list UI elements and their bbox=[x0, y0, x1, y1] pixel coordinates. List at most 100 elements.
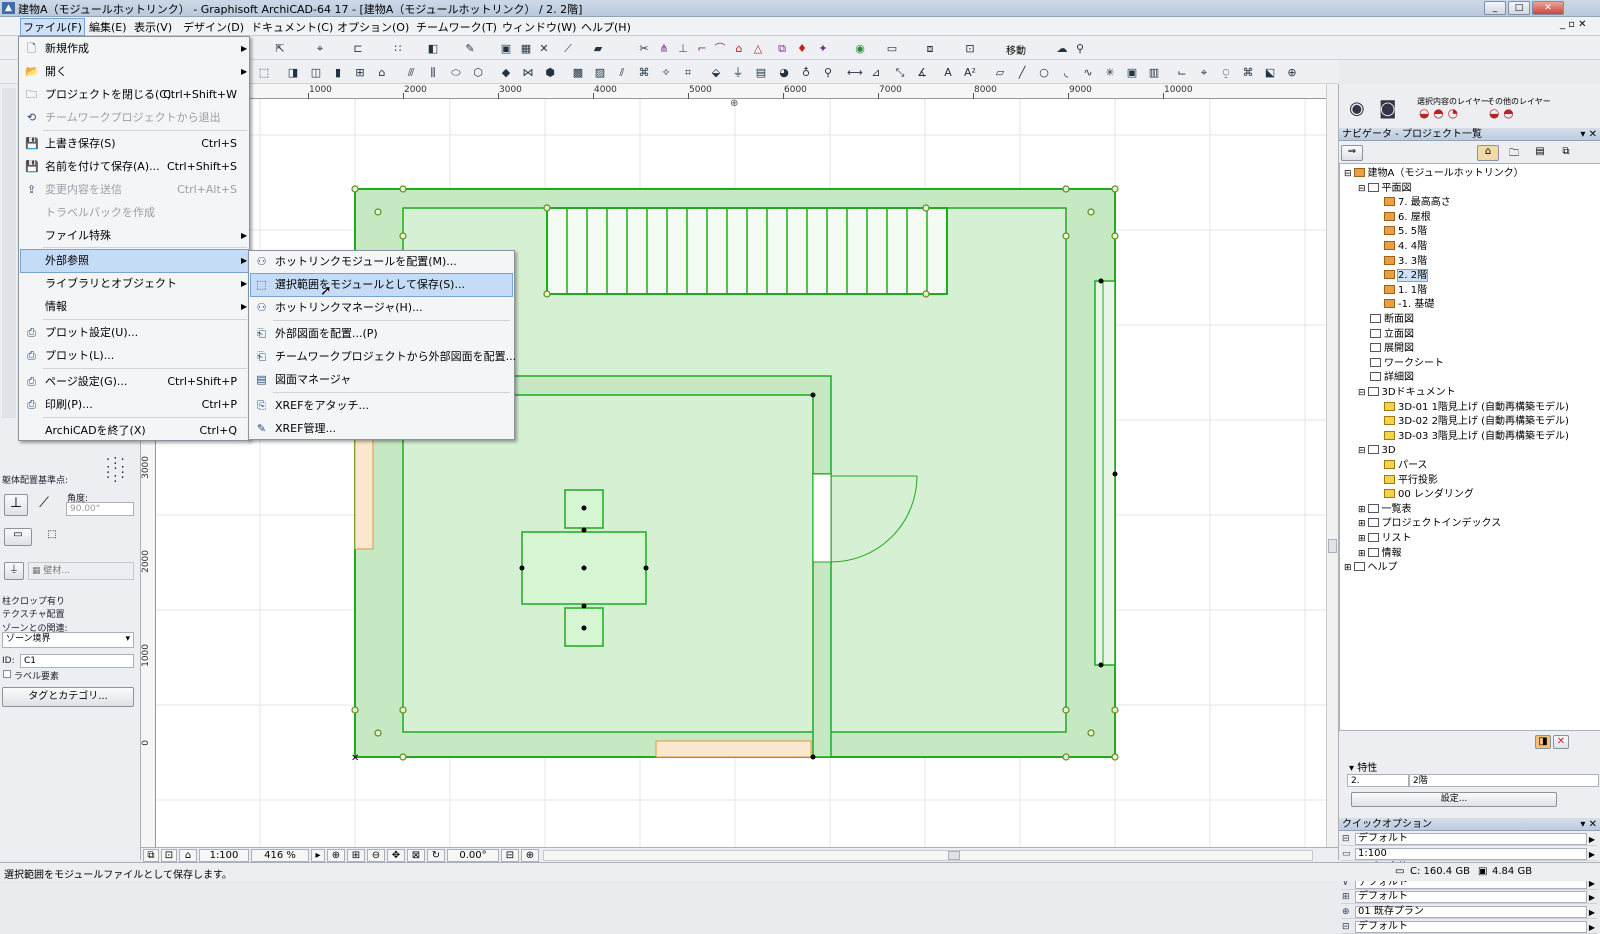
anchor-point-grid-icon[interactable]: ·:·:·: ·:· bbox=[106, 454, 134, 485]
settings-button[interactable]: 設定... bbox=[1351, 792, 1557, 807]
tree-item[interactable]: ⊞ プロジェクトインデックス bbox=[1358, 517, 1501, 531]
pin-icon[interactable]: ⚲ bbox=[820, 65, 836, 79]
minimize-button[interactable]: _ bbox=[1484, 1, 1506, 15]
xref-menu-item[interactable]: ▤ 図面マネージャ bbox=[251, 369, 512, 391]
tree-item[interactable]: -1. 基礎 bbox=[1372, 298, 1434, 312]
tree-item[interactable]: 詳細図 bbox=[1358, 371, 1414, 385]
quick-option-value[interactable]: デフォルト bbox=[1355, 833, 1587, 845]
file-menu-item[interactable]: ⎙ 印刷(P)... Ctrl+P bbox=[21, 394, 249, 416]
quick-option-row[interactable]: ⊞ デフォルト ▶ bbox=[1341, 891, 1597, 905]
section-icon[interactable]: ⏚ bbox=[730, 65, 746, 79]
menu-help[interactable]: ヘルプ(H) bbox=[581, 19, 631, 35]
fill-tool-icon[interactable]: ▱ bbox=[992, 65, 1008, 79]
layer-icon[interactable]: ◧ bbox=[425, 41, 441, 55]
quick-option-value[interactable]: デフォルト bbox=[1355, 891, 1587, 904]
cross-icon[interactable]: ✕ bbox=[536, 41, 552, 55]
level-dimension-icon[interactable]: ⊿ bbox=[868, 65, 884, 79]
expand-toggle-icon[interactable]: ⊟ bbox=[1358, 184, 1366, 194]
eye-icon[interactable]: ◉ bbox=[1349, 98, 1365, 119]
marquee-tool-icon[interactable]: ⬚ bbox=[256, 65, 272, 79]
file-menu-item[interactable]: ⎙ プロット(L)... bbox=[21, 345, 249, 367]
scroll-thumb[interactable] bbox=[1328, 539, 1337, 553]
quick-option-row[interactable]: ⊟ デフォルト ▶ bbox=[1341, 920, 1597, 934]
trace-icon[interactable]: ⟋ bbox=[560, 41, 576, 55]
file-menu-item[interactable]: 💾 名前を付けて保存(A)... Ctrl+Shift+S bbox=[21, 156, 249, 178]
tree-item[interactable]: 展開図 bbox=[1358, 342, 1414, 356]
horizontal-scrollbar[interactable] bbox=[543, 850, 1313, 861]
label-icon[interactable]: A² bbox=[962, 65, 978, 79]
scale-field[interactable]: 1:100 bbox=[199, 849, 249, 862]
tree-item[interactable]: 3D-02 2階見上げ (自動再構築モデル) bbox=[1372, 415, 1569, 429]
view-map-button[interactable]: 🗀 bbox=[1503, 145, 1525, 161]
explode-icon[interactable]: ⌂ bbox=[731, 41, 747, 55]
floor-plan-canvas[interactable]: ✕ ⊕ bbox=[156, 99, 1326, 847]
tree-item[interactable]: ⊟ 3Dドキュメント bbox=[1358, 386, 1456, 400]
tree-item[interactable]: パース bbox=[1372, 459, 1428, 473]
zoom-out-icon[interactable]: ⊖ bbox=[367, 849, 385, 862]
drawing-icon[interactable]: ▥ bbox=[1146, 65, 1162, 79]
fillet-icon[interactable]: ⌒ bbox=[712, 41, 728, 55]
mesh-icon[interactable]: ⬢ bbox=[542, 65, 558, 79]
quick-option-value[interactable]: 1:100 bbox=[1355, 847, 1587, 860]
navigator-menu-button[interactable]: ⇒ bbox=[1341, 145, 1363, 161]
3d-document-icon[interactable]: ⊕ bbox=[1284, 65, 1300, 79]
pan-icon[interactable]: ✥ bbox=[387, 849, 405, 862]
label-checkbox[interactable] bbox=[3, 670, 11, 678]
close-icon[interactable]: ▾ ✕ bbox=[1580, 128, 1597, 141]
magic-wand-icon[interactable]: ✦ bbox=[815, 41, 831, 55]
tree-item[interactable]: ⊞ 一覧表 bbox=[1358, 503, 1412, 517]
expand-toggle-icon[interactable]: ⊞ bbox=[1358, 534, 1366, 544]
grid-element-icon[interactable]: ⌘ bbox=[1240, 65, 1256, 79]
pen-icon[interactable]: ✎ bbox=[462, 41, 478, 55]
file-menu-item[interactable]: 情報 ▶ bbox=[21, 296, 249, 318]
hotspot-icon[interactable]: ✳ bbox=[1102, 65, 1118, 79]
file-menu-item[interactable]: ArchiCADを終了(X) Ctrl+Q bbox=[21, 420, 249, 442]
roof-icon[interactable]: ⌂ bbox=[374, 65, 390, 79]
column-veneer-button[interactable]: ⬚ bbox=[38, 528, 66, 546]
app-icon[interactable]: ▲ bbox=[2, 2, 15, 14]
expand-toggle-icon[interactable]: ⊟ bbox=[1344, 169, 1352, 179]
expand-toggle-icon[interactable]: ⊞ bbox=[1358, 549, 1366, 559]
tree-item[interactable]: 立面図 bbox=[1358, 328, 1414, 342]
picture-icon[interactable]: ▣ bbox=[1124, 65, 1140, 79]
marker-icon[interactable]: ♁ bbox=[798, 65, 814, 79]
layout-icon[interactable]: ⌂ bbox=[179, 849, 197, 862]
navigate-icon[interactable]: ⊕ bbox=[521, 849, 539, 862]
wall-icon[interactable]: ◨ bbox=[285, 65, 301, 79]
menu-teamwork[interactable]: チームワーク(T) bbox=[416, 19, 497, 35]
expand-toggle-icon[interactable]: ⊞ bbox=[1358, 505, 1366, 515]
tree-item[interactable]: 5. 5階 bbox=[1372, 225, 1427, 239]
figure-icon[interactable]: ⌘ bbox=[636, 65, 652, 79]
tree-item[interactable]: 7. 最高高さ bbox=[1372, 196, 1451, 210]
radial-dimension-icon[interactable]: ⤡ bbox=[892, 65, 908, 79]
zoom-view-icon[interactable]: ⊡ bbox=[161, 849, 177, 862]
dimension-icon[interactable]: ⟷ bbox=[846, 65, 863, 79]
scroll-thumb[interactable] bbox=[948, 851, 960, 860]
quick-option-value[interactable]: 01 既存プラン bbox=[1355, 906, 1587, 918]
tree-item[interactable]: ⊞ リスト bbox=[1358, 532, 1412, 546]
doc-window-controls[interactable]: _ ▫ ✕ bbox=[1560, 19, 1587, 30]
change-icon[interactable]: ⍜ bbox=[1218, 65, 1234, 79]
menu-view[interactable]: 表示(V) bbox=[134, 19, 172, 35]
maximize-button[interactable]: □ bbox=[1508, 1, 1530, 15]
tree-item[interactable]: 00 レンダリング bbox=[1372, 488, 1474, 502]
material-icon[interactable]: ⍊ bbox=[4, 562, 24, 580]
file-menu-item[interactable]: 🗋 新規作成 ▶ bbox=[21, 38, 249, 60]
tree-item[interactable]: ⊟ 平面図 bbox=[1358, 182, 1412, 196]
file-menu-item[interactable]: 外部参照 ▶ bbox=[20, 249, 250, 273]
file-menu-item[interactable]: ⟲ チームワークプロジェクトから退出 bbox=[21, 107, 249, 129]
3d-view-icon[interactable]: ⧈ bbox=[922, 41, 938, 55]
object-icon[interactable]: ⬙ bbox=[708, 65, 724, 79]
spline-icon[interactable]: ∿ bbox=[1080, 65, 1096, 79]
menu-file[interactable]: ファイル(F) bbox=[20, 18, 85, 36]
menu-design[interactable]: デザイン(D) bbox=[183, 19, 244, 35]
camera-icon[interactable]: ◕ bbox=[776, 65, 792, 79]
delete-button[interactable]: ✕ bbox=[1553, 735, 1569, 749]
prop-name-field[interactable]: 2階 bbox=[1409, 774, 1599, 787]
id-field[interactable]: C1 bbox=[20, 654, 134, 668]
curtain-wall-icon[interactable]: ◆ bbox=[498, 65, 514, 79]
slanted-column-button[interactable]: ⟋ bbox=[32, 494, 56, 516]
file-menu-item[interactable]: ⎙ プロット設定(U)... bbox=[21, 322, 249, 344]
trim-icon[interactable]: △ bbox=[750, 41, 766, 55]
angle-dimension-icon[interactable]: ∡ bbox=[914, 65, 930, 79]
